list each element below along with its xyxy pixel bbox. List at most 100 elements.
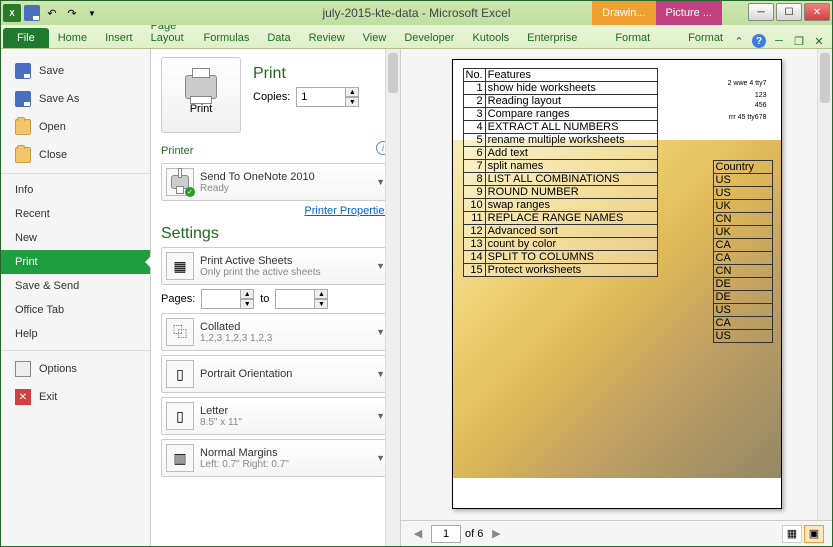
collate-icon: ⿻ xyxy=(166,318,194,346)
nav-new-label: New xyxy=(15,232,37,244)
chevron-down-icon: ▼ xyxy=(376,411,385,421)
nav-options-label: Options xyxy=(39,363,77,375)
drawing-tools-tab[interactable]: Drawin... xyxy=(592,1,655,25)
orientation-dropdown[interactable]: ▯ Portrait Orientation ▼ xyxy=(161,355,390,393)
title-bar: X ↶ ↷ ▼ july-2015-kte-data - Microsoft E… xyxy=(1,1,832,25)
nav-save-label: Save xyxy=(39,65,64,77)
collate-dropdown[interactable]: ⿻ Collated1,2,3 1,2,3 1,2,3 ▼ xyxy=(161,313,390,351)
sheets-icon: ▦ xyxy=(166,252,194,280)
close-button[interactable]: ✕ xyxy=(804,3,830,21)
pages-from-up[interactable]: ▲ xyxy=(240,289,254,299)
view-tab[interactable]: View xyxy=(354,28,396,48)
settings-scrollbar[interactable] xyxy=(385,49,400,546)
nav-save-send[interactable]: Save & Send xyxy=(1,274,150,298)
scope-sub: Only print the active sheets xyxy=(200,267,370,278)
pages-to-input[interactable] xyxy=(275,289,315,309)
page-icon: ▯ xyxy=(166,402,194,430)
review-tab[interactable]: Review xyxy=(300,28,354,48)
nav-new[interactable]: New xyxy=(1,226,150,250)
preview-scrollbar[interactable] xyxy=(817,49,832,520)
paper-size-dropdown[interactable]: ▯ Letter8.5" x 11" ▼ xyxy=(161,397,390,435)
nav-close[interactable]: Close xyxy=(1,141,150,169)
data-tab[interactable]: Data xyxy=(258,28,299,48)
nav-help[interactable]: Help xyxy=(1,322,150,346)
chevron-down-icon: ▼ xyxy=(376,453,385,463)
nav-recent[interactable]: Recent xyxy=(1,202,150,226)
print-scope-dropdown[interactable]: ▦ Print Active SheetsOnly print the acti… xyxy=(161,247,390,285)
pages-to-up[interactable]: ▲ xyxy=(314,289,328,299)
print-heading: Print xyxy=(253,65,359,83)
printer-name: Send To OneNote 2010 xyxy=(200,171,370,183)
printer-status: Ready xyxy=(200,183,370,194)
nav-recent-label: Recent xyxy=(15,208,50,220)
printer-properties-link[interactable]: Printer Properties xyxy=(161,205,390,217)
misc-text: 2 wwe 4 tty7 xyxy=(728,80,767,87)
folder-icon xyxy=(15,119,31,135)
picture-tools-tab[interactable]: Picture ... xyxy=(656,1,722,25)
features-table: No.Features1show hide worksheets2Reading… xyxy=(463,68,658,277)
scope-title: Print Active Sheets xyxy=(200,255,370,267)
backstage-nav: Save Save As Open Close Info Recent New … xyxy=(1,49,151,546)
chevron-down-icon: ▼ xyxy=(376,261,385,271)
nav-save-as[interactable]: Save As xyxy=(1,85,150,113)
doc-restore-icon[interactable]: ❐ xyxy=(792,34,806,48)
show-margins-button[interactable]: ▦ xyxy=(782,525,802,543)
kutools-tab[interactable]: Kutools xyxy=(463,28,518,48)
margins-icon: ▥ xyxy=(166,444,194,472)
copies-down[interactable]: ▼ xyxy=(345,97,359,107)
nav-print-label: Print xyxy=(15,256,38,268)
page-number-input[interactable] xyxy=(431,525,461,543)
nav-saveas-label: Save As xyxy=(39,93,79,105)
home-tab[interactable]: Home xyxy=(49,28,96,48)
picture-format-tab[interactable]: Format xyxy=(679,28,732,48)
printer-icon xyxy=(185,75,217,99)
qat-customize-icon[interactable]: ▼ xyxy=(83,4,101,22)
minimize-button[interactable]: ─ xyxy=(748,3,774,21)
file-tab[interactable]: File xyxy=(3,28,49,48)
copies-input[interactable] xyxy=(296,87,346,107)
nav-exit[interactable]: ✕Exit xyxy=(1,383,150,411)
settings-heading: Settings xyxy=(161,225,390,243)
nav-info[interactable]: Info xyxy=(1,178,150,202)
undo-qat-icon[interactable]: ↶ xyxy=(43,4,61,22)
nav-office-tab[interactable]: Office Tab xyxy=(1,298,150,322)
nav-open[interactable]: Open xyxy=(1,113,150,141)
disk-icon xyxy=(15,91,31,107)
margins-dropdown[interactable]: ▥ Normal MarginsLeft: 0.7" Right: 0.7" ▼ xyxy=(161,439,390,477)
insert-tab[interactable]: Insert xyxy=(96,28,142,48)
help-icon[interactable]: ? xyxy=(752,34,766,48)
zoom-to-page-button[interactable]: ▣ xyxy=(804,525,824,543)
save-qat-icon[interactable] xyxy=(23,4,41,22)
chevron-down-icon: ▼ xyxy=(376,327,385,337)
enterprise-tab[interactable]: Enterprise xyxy=(518,28,586,48)
drawing-format-tab[interactable]: Format xyxy=(606,28,659,48)
nav-options[interactable]: Options xyxy=(1,355,150,383)
options-icon xyxy=(15,361,31,377)
pages-label: Pages: xyxy=(161,293,195,305)
page-total-label: of 6 xyxy=(465,528,483,540)
doc-minimize-icon[interactable]: ─ xyxy=(772,34,786,48)
printer-dropdown[interactable]: ✓ Send To OneNote 2010Ready ▼ xyxy=(161,163,390,201)
printer-ready-icon: ✓ xyxy=(166,168,194,196)
chevron-down-icon: ▼ xyxy=(376,177,385,187)
maximize-button[interactable]: ☐ xyxy=(776,3,802,21)
nav-print[interactable]: Print xyxy=(1,250,150,274)
country-table: CountryUSUSUKCNUKCACACNDEDEUSCAUS xyxy=(713,160,773,343)
nav-exit-label: Exit xyxy=(39,391,57,403)
pages-from-input[interactable] xyxy=(201,289,241,309)
minimize-ribbon-icon[interactable]: ⌃ xyxy=(732,34,746,48)
pages-from-down[interactable]: ▼ xyxy=(240,299,254,309)
next-page-button[interactable]: ▶ xyxy=(487,525,505,543)
print-button[interactable]: Print xyxy=(161,57,241,133)
preview-page: No.Features1show hide worksheets2Reading… xyxy=(452,59,782,509)
collate-title: Collated xyxy=(200,321,370,333)
developer-tab[interactable]: Developer xyxy=(395,28,463,48)
nav-save[interactable]: Save xyxy=(1,57,150,85)
print-button-label: Print xyxy=(190,103,213,115)
doc-close-icon[interactable]: ✕ xyxy=(812,34,826,48)
redo-qat-icon[interactable]: ↷ xyxy=(63,4,81,22)
formulas-tab[interactable]: Formulas xyxy=(195,28,259,48)
pages-to-down[interactable]: ▼ xyxy=(314,299,328,309)
prev-page-button[interactable]: ◀ xyxy=(409,525,427,543)
copies-up[interactable]: ▲ xyxy=(345,87,359,97)
